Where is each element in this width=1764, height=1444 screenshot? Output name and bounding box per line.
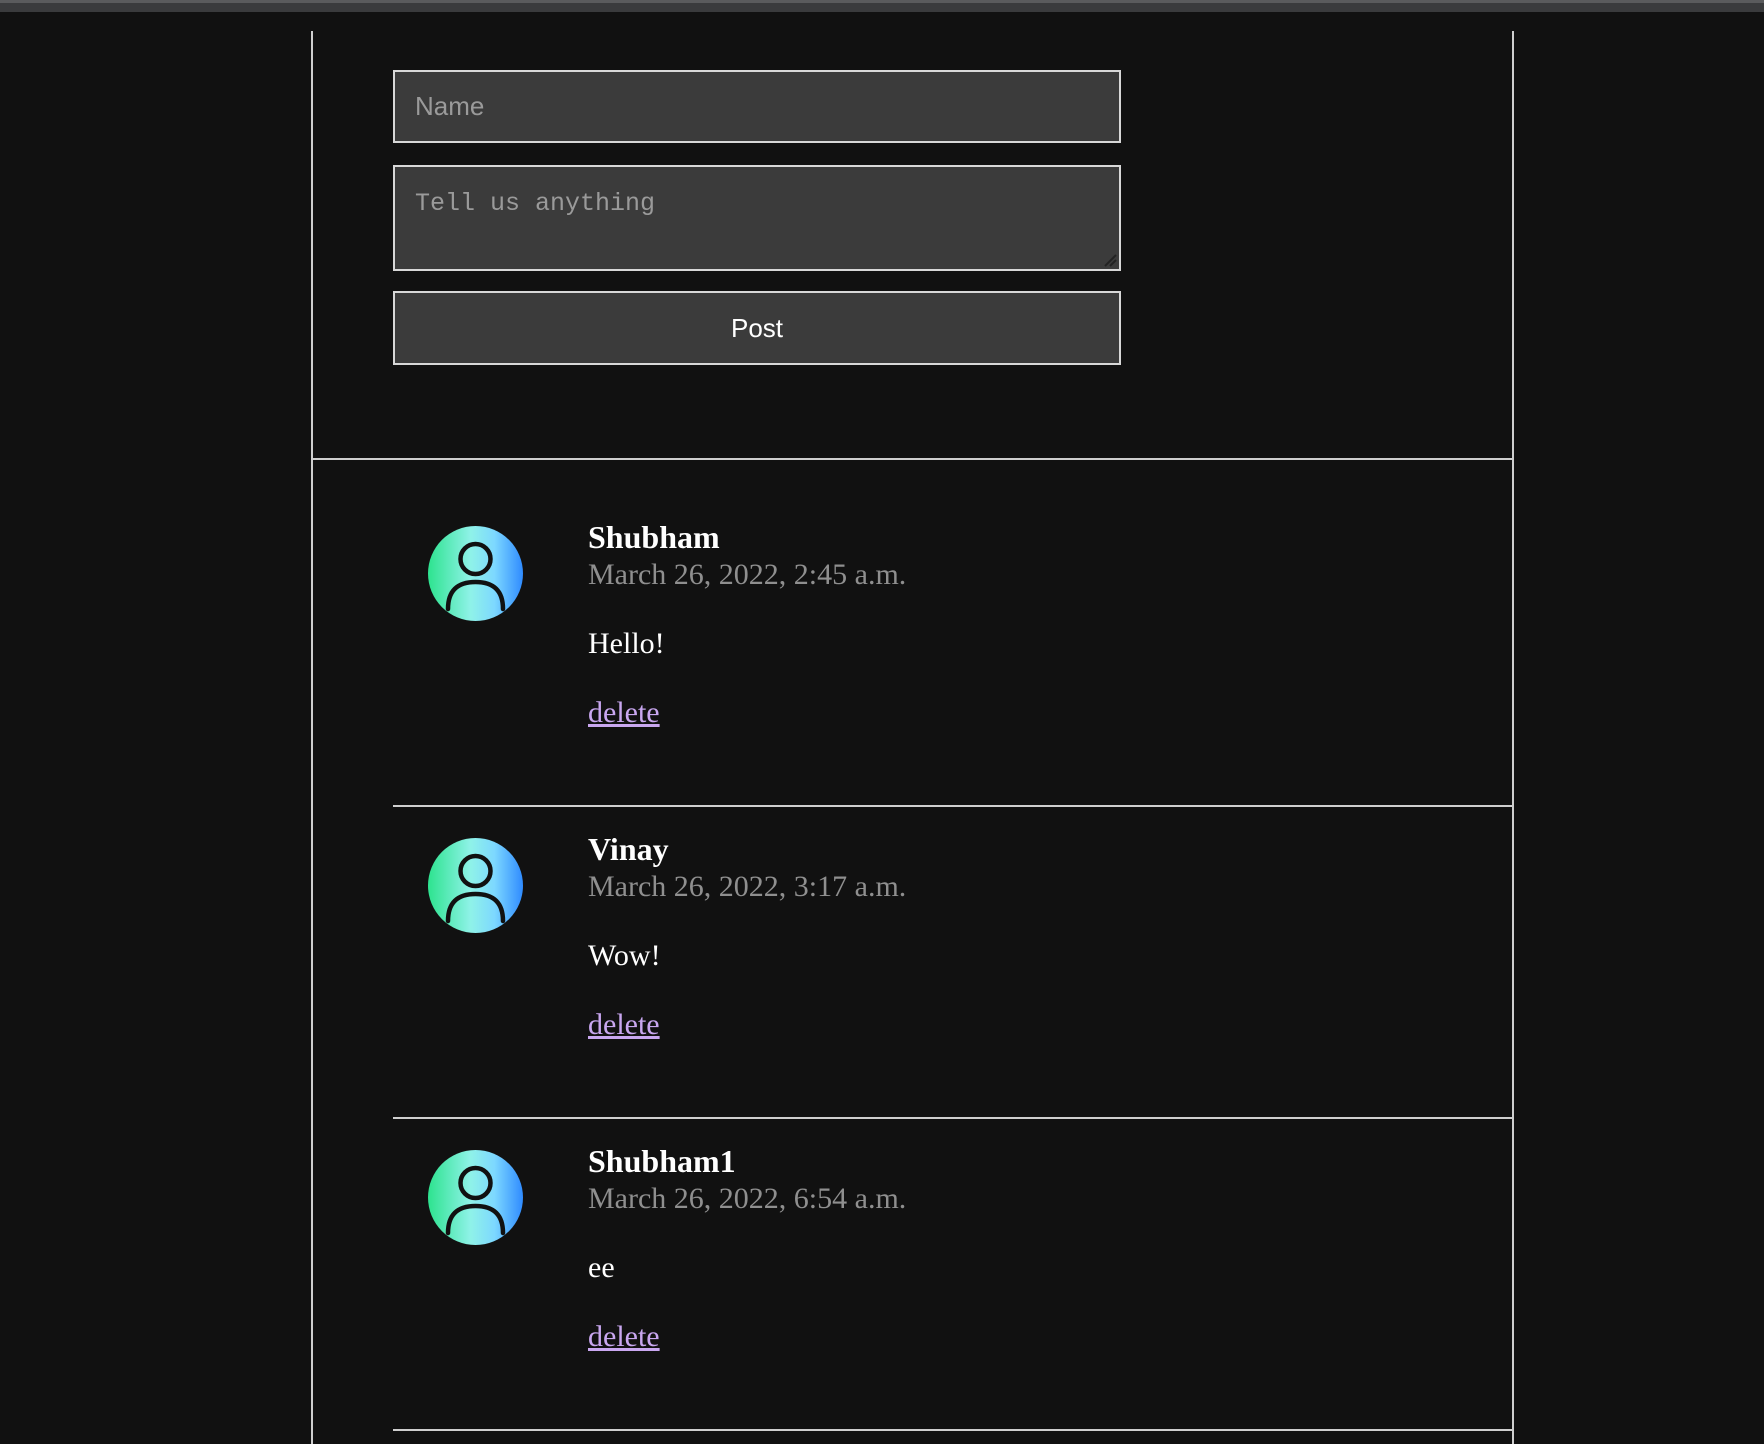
main-container: Post Shubham March 26, 2022, 2:45 a.m. H… [311,31,1514,1444]
avatar [428,838,523,933]
comment-timestamp: March 26, 2022, 3:17 a.m. [588,870,907,903]
delete-link[interactable]: delete [588,1006,660,1044]
comment-form: Post [313,31,1512,460]
comment-content: Vinay March 26, 2022, 3:17 a.m. Wow! del… [588,830,906,1044]
comment-content: Shubham March 26, 2022, 2:45 a.m. Hello!… [588,518,906,732]
comment-author: Vinay [588,831,669,867]
resize-handle-icon[interactable] [1103,253,1117,267]
post-button[interactable]: Post [393,291,1121,365]
delete-link[interactable]: delete [588,1318,660,1356]
avatar [428,1150,523,1245]
avatar [428,526,523,621]
comment-body: Wow! [588,939,661,972]
comment-item: Shubham March 26, 2022, 2:45 a.m. Hello!… [393,460,1512,807]
user-icon [445,1165,506,1236]
comment-body: Hello! [588,627,665,660]
comment-author: Shubham [588,519,720,555]
message-textarea[interactable] [393,165,1121,271]
user-icon [445,853,506,924]
name-input[interactable] [393,70,1121,143]
comment-item: Shubham1 March 26, 2022, 6:54 a.m. ee de… [393,1119,1512,1431]
browser-top-bar [0,0,1764,14]
comment-item: Vinay March 26, 2022, 3:17 a.m. Wow! del… [393,807,1512,1119]
comment-timestamp: March 26, 2022, 2:45 a.m. [588,558,907,591]
delete-link[interactable]: delete [588,694,660,732]
comment-body: ee [588,1251,615,1284]
comment-author: Shubham1 [588,1143,736,1179]
comment-list: Shubham March 26, 2022, 2:45 a.m. Hello!… [313,460,1512,1431]
top-strip [0,3,1764,12]
comment-timestamp: March 26, 2022, 6:54 a.m. [588,1182,907,1215]
comment-content: Shubham1 March 26, 2022, 6:54 a.m. ee de… [588,1142,906,1356]
user-icon [445,541,506,612]
